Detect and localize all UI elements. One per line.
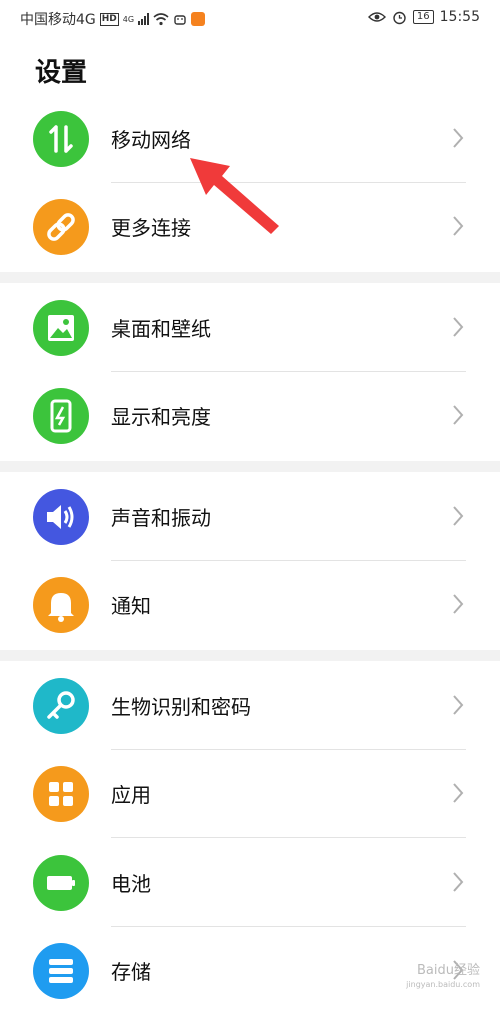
- link-icon: [33, 199, 89, 255]
- video-app-icon: [191, 12, 206, 26]
- watermark-url: jingyan.baidu.com: [406, 980, 480, 989]
- chevron-right-icon: [453, 317, 464, 337]
- divider: [111, 837, 466, 838]
- settings-item-display[interactable]: 显示和亮度: [0, 372, 500, 460]
- settings-item-label: 存储: [111, 960, 151, 984]
- settings-item-sound[interactable]: 声音和振动: [0, 473, 500, 561]
- chevron-right-icon: [453, 695, 464, 715]
- section-gap: [0, 650, 500, 661]
- settings-item-label: 电池: [111, 872, 151, 896]
- settings-item-biometrics[interactable]: 生物识别和密码: [0, 662, 500, 750]
- status-bar: 中国移动4G HD 4G 16 15:55: [0, 0, 500, 36]
- watermark: Baidu经验 jingyan.baidu.com: [406, 964, 480, 992]
- speaker-icon: [33, 489, 89, 545]
- hd-icon: HD: [99, 12, 119, 26]
- chevron-right-icon: [453, 128, 464, 148]
- chevron-right-icon: [453, 216, 464, 236]
- eye-icon: [367, 12, 386, 22]
- carrier-label: 中国移动4G: [20, 12, 96, 28]
- storage-icon: [33, 943, 89, 999]
- chevron-right-icon: [453, 783, 464, 803]
- settings-item-label: 更多连接: [111, 216, 191, 240]
- battery-level: 16: [412, 10, 434, 24]
- settings-item-battery[interactable]: 电池: [0, 839, 500, 927]
- settings-item-label: 显示和亮度: [111, 405, 211, 429]
- wifi-icon: [153, 12, 169, 25]
- settings-item-label: 应用: [111, 783, 151, 807]
- network-type-label: 4G: [122, 14, 135, 24]
- watermark-text: Baidu经验: [417, 963, 480, 978]
- alarm-icon: [393, 11, 406, 24]
- settings-item-label: 生物识别和密码: [111, 695, 251, 719]
- clock: 15:55: [439, 9, 480, 25]
- swap-vertical-icon: [33, 111, 89, 167]
- key-icon: [33, 678, 89, 734]
- settings-item-label: 通知: [111, 594, 151, 618]
- chevron-right-icon: [453, 506, 464, 526]
- chevron-right-icon: [453, 405, 464, 425]
- page-title: 设置: [35, 58, 88, 88]
- settings-item-label: 桌面和壁纸: [111, 317, 211, 341]
- settings-item-mobile-network[interactable]: 移动网络: [0, 95, 500, 183]
- chevron-right-icon: [453, 872, 464, 892]
- settings-item-wallpaper[interactable]: 桌面和壁纸: [0, 284, 500, 372]
- settings-item-apps[interactable]: 应用: [0, 750, 500, 838]
- apps-grid-icon: [33, 766, 89, 822]
- image-icon: [33, 300, 89, 356]
- battery-icon: [33, 855, 89, 911]
- chevron-right-icon: [453, 594, 464, 614]
- settings-item-label: 声音和振动: [111, 506, 211, 530]
- bell-icon: [33, 577, 89, 633]
- android-icon: [174, 15, 186, 25]
- settings-item-label: 移动网络: [111, 128, 191, 152]
- section-gap: [0, 272, 500, 283]
- settings-item-more-connections[interactable]: 更多连接: [0, 183, 500, 271]
- section-gap: [0, 461, 500, 472]
- phone-brightness-icon: [33, 388, 89, 444]
- signal-icon: [138, 13, 150, 25]
- settings-item-notifications[interactable]: 通知: [0, 561, 500, 649]
